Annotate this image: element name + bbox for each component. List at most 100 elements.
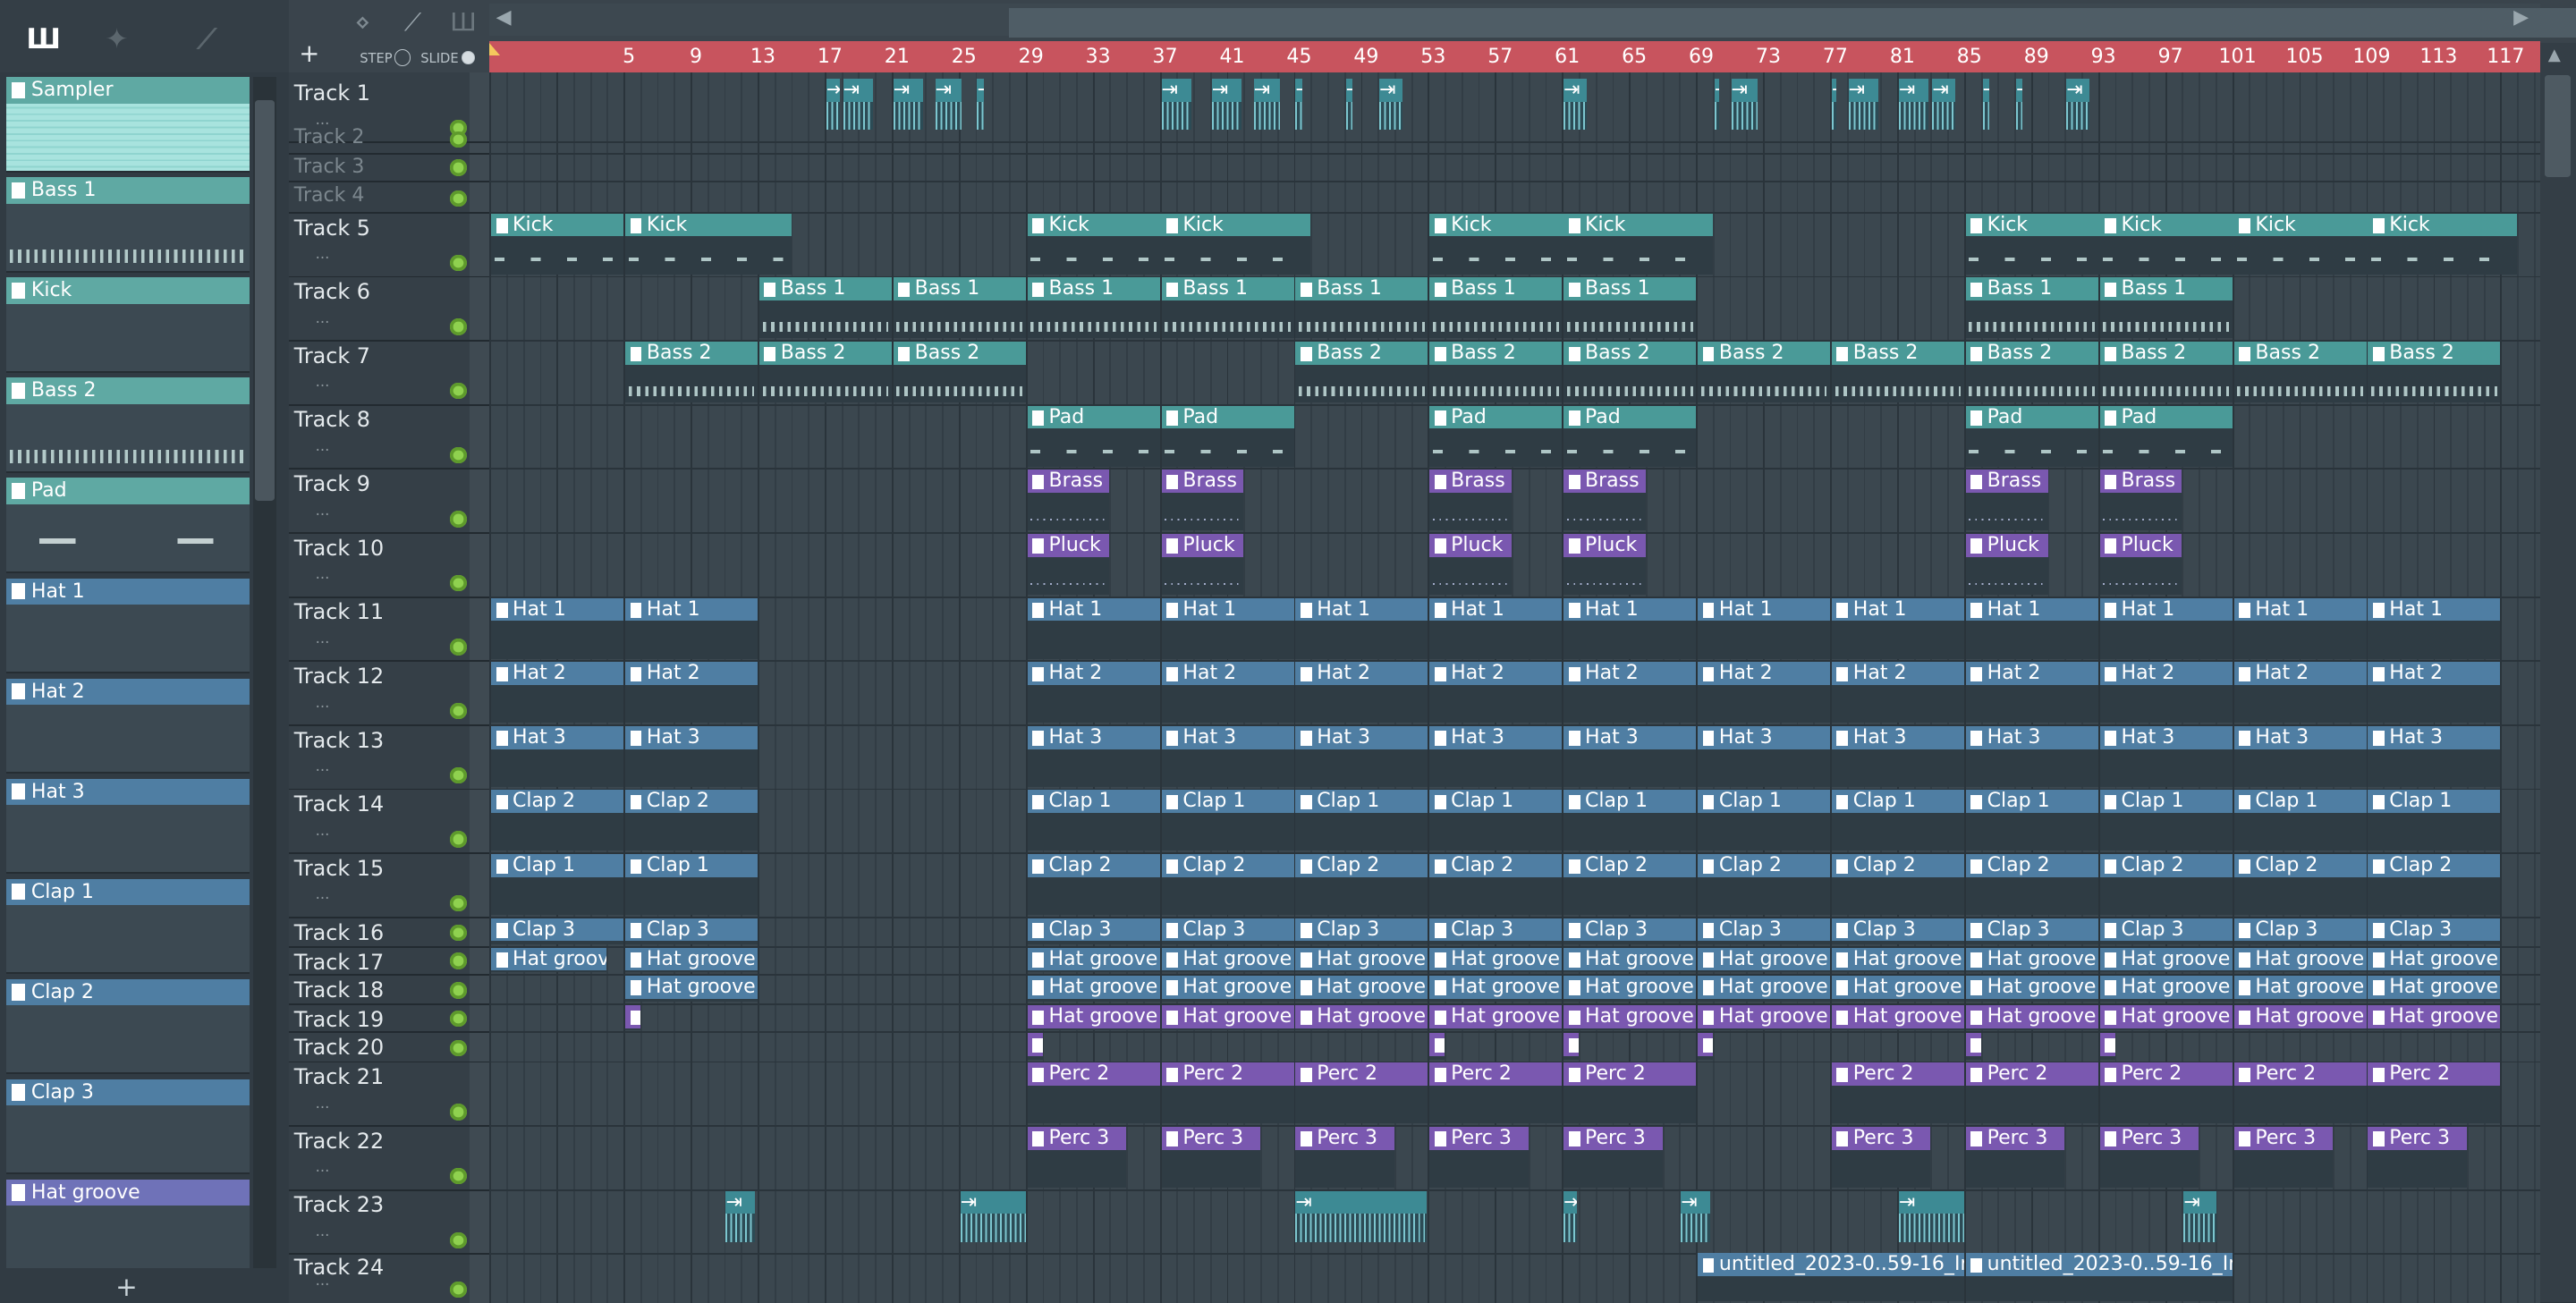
clip-grip-icon[interactable] bbox=[1970, 218, 1983, 233]
pattern-clip[interactable]: Perc 3 bbox=[1563, 1126, 1663, 1188]
pattern-clip[interactable]: Hat 2 bbox=[491, 662, 624, 723]
audio-clip[interactable]: ⇥ bbox=[893, 79, 923, 131]
track-mute-led[interactable] bbox=[450, 131, 467, 148]
clip-grip-icon[interactable] bbox=[496, 952, 508, 968]
pattern-clip[interactable]: Perc 2 bbox=[2368, 1062, 2501, 1124]
clip-grip-icon[interactable] bbox=[2105, 859, 2116, 875]
track-header[interactable]: Track 11 ··· bbox=[289, 597, 470, 661]
pattern-clip[interactable]: Clap 2 bbox=[1161, 854, 1294, 916]
clip-grip-icon[interactable] bbox=[1970, 731, 1983, 746]
clip-grip-icon[interactable] bbox=[1032, 1067, 1044, 1083]
pattern-item[interactable]: Clap 1 bbox=[6, 878, 250, 975]
pattern-clip[interactable]: Hat groove 2 bbox=[2099, 975, 2233, 1003]
pattern-clip[interactable]: Clap 1 bbox=[1965, 790, 2098, 851]
pattern-clip[interactable]: Hat 2 bbox=[625, 662, 758, 723]
clip-grip-icon[interactable] bbox=[2239, 952, 2250, 968]
pattern-clip[interactable]: Hat groove 2 bbox=[1295, 975, 1428, 1003]
clip-grip-icon[interactable] bbox=[2239, 1067, 2250, 1083]
pattern-clip[interactable]: Clap 1 bbox=[1698, 790, 1831, 851]
audio-clip[interactable]: ⇥ bbox=[1831, 79, 1837, 131]
clip-grip-icon[interactable] bbox=[1568, 282, 1580, 298]
clip-grip-icon[interactable] bbox=[1970, 346, 1983, 362]
pattern-clip[interactable]: Hat groove 2 bbox=[625, 975, 758, 1003]
clip-grip-icon[interactable] bbox=[2239, 603, 2250, 618]
track-mute-led[interactable] bbox=[450, 639, 467, 656]
pattern-grip-icon[interactable] bbox=[11, 783, 25, 800]
pattern-clip[interactable]: Hat 1 bbox=[1161, 597, 1294, 659]
clip-grip-icon[interactable] bbox=[1166, 538, 1178, 554]
clip-grip-icon[interactable] bbox=[2105, 1067, 2116, 1083]
pattern-item[interactable]: Hat 2 bbox=[6, 678, 250, 774]
timeline-ruler[interactable]: 5 9 13 17 21 25 29 33 37 41 45 49 53 57 61 65 69 73 77 81 85… bbox=[489, 40, 2576, 72]
clip-grip-icon[interactable] bbox=[1970, 794, 1983, 810]
clip-grip-icon[interactable] bbox=[764, 346, 776, 362]
pattern-clip[interactable]: Hat groove 3 bbox=[2368, 1005, 2501, 1030]
clip-grip-icon[interactable] bbox=[1702, 603, 1715, 618]
clip-grip-icon[interactable] bbox=[1970, 666, 1983, 682]
track-mute-led[interactable] bbox=[450, 766, 467, 784]
clip-grip-icon[interactable] bbox=[1166, 794, 1178, 810]
pattern-clip[interactable]: Clap 3 bbox=[2233, 918, 2367, 945]
clip-grip-icon[interactable] bbox=[1836, 666, 1849, 682]
track-header[interactable]: Track 19 bbox=[289, 1003, 470, 1032]
pattern-clip[interactable]: Hat 2 bbox=[1965, 662, 2098, 723]
clip-grip-icon[interactable] bbox=[1166, 1010, 1178, 1026]
clip-grip-icon[interactable] bbox=[630, 346, 642, 362]
pattern-clip[interactable]: Hat groove bbox=[1965, 947, 2098, 973]
clip-grip-icon[interactable] bbox=[1702, 952, 1715, 968]
pattern-clip[interactable]: Bass 2 bbox=[1965, 342, 2098, 402]
clip-grip-icon[interactable] bbox=[2105, 980, 2116, 995]
clip-grip-icon[interactable] bbox=[1836, 346, 1849, 362]
clip-grip-icon[interactable] bbox=[2105, 346, 2116, 362]
pattern-clip[interactable]: Kick bbox=[625, 213, 792, 275]
track-header[interactable]: Track 24 ··· bbox=[289, 1252, 470, 1303]
playlist-grid[interactable]: Kick Kick Kick Kick Kick Kick Kick Kick Kick Kick… bbox=[489, 72, 2540, 1303]
pattern-clip[interactable]: Bass 1 bbox=[1429, 277, 1563, 339]
clip-grip-icon[interactable] bbox=[1434, 603, 1446, 618]
clip-grip-icon[interactable] bbox=[1434, 1067, 1446, 1083]
pattern-clip[interactable]: Clap 3 bbox=[1563, 918, 1697, 945]
pattern-clip[interactable]: Hat groove 2 bbox=[2368, 975, 2501, 1003]
audio-clip[interactable]: ⇥ bbox=[1295, 79, 1302, 131]
clip-grip-icon[interactable] bbox=[1300, 346, 1312, 362]
clip-grip-icon[interactable] bbox=[1970, 859, 1983, 875]
track-options-dots[interactable]: ··· bbox=[316, 634, 330, 651]
clip-grip-icon[interactable] bbox=[1434, 731, 1446, 746]
pattern-clip[interactable]: Bass 1 bbox=[893, 277, 1026, 339]
clip-grip-icon[interactable] bbox=[630, 218, 642, 233]
pattern-clip[interactable]: Clap 3 bbox=[1698, 918, 1831, 945]
clip-grip-icon[interactable] bbox=[1434, 1131, 1446, 1146]
automation-icon[interactable]: ⟋ bbox=[197, 23, 216, 56]
clip-grip-icon[interactable] bbox=[630, 731, 642, 746]
track-header[interactable]: Track 10 ··· bbox=[289, 532, 470, 597]
pattern-clip[interactable]: Clap 3 bbox=[491, 918, 624, 945]
clip-grip-icon[interactable] bbox=[2372, 666, 2385, 682]
pattern-clip[interactable]: Bass 2 bbox=[1295, 342, 1428, 402]
pattern-clip[interactable]: Bass 2 bbox=[2368, 342, 2501, 402]
pattern-clip[interactable]: Clap 2 bbox=[1027, 854, 1160, 916]
audio-clip[interactable]: ⇥ bbox=[2015, 79, 2023, 131]
pattern-clip[interactable]: Hat groove bbox=[491, 947, 607, 973]
pattern-clip[interactable]: Perc 3 bbox=[1295, 1126, 1394, 1188]
clip-grip-icon[interactable] bbox=[2105, 538, 2116, 554]
pattern-clip[interactable]: Hat 1 bbox=[1295, 597, 1428, 659]
step-toggle[interactable] bbox=[394, 49, 411, 66]
pattern-clip[interactable]: Kick bbox=[1161, 213, 1311, 275]
clip-grip-icon[interactable] bbox=[1568, 731, 1580, 746]
pattern-clip[interactable]: Hat 3 bbox=[491, 725, 624, 787]
clip-grip-icon[interactable] bbox=[2105, 1037, 2115, 1053]
clip-grip-icon[interactable] bbox=[2372, 980, 2385, 995]
clip-grip-icon[interactable] bbox=[630, 794, 642, 810]
track-mute-led[interactable] bbox=[450, 982, 467, 999]
clip-grip-icon[interactable] bbox=[1032, 1131, 1044, 1146]
pattern-clip[interactable]: Bass 2 bbox=[1831, 342, 1964, 402]
clip-grip-icon[interactable] bbox=[1434, 794, 1446, 810]
audio-clip[interactable]: ⇥ bbox=[1211, 79, 1241, 131]
audio-clip[interactable]: ⇥ bbox=[1731, 79, 1758, 131]
clip-grip-icon[interactable] bbox=[2239, 346, 2250, 362]
clip-grip-icon[interactable] bbox=[2239, 980, 2250, 995]
audio-clip[interactable]: ⇥ bbox=[1253, 79, 1280, 131]
clip-grip-icon[interactable] bbox=[1702, 1037, 1713, 1053]
pattern-clip[interactable]: Hat 1 bbox=[1965, 597, 2098, 659]
pattern-clip[interactable]: Hat groove bbox=[1429, 947, 1563, 973]
